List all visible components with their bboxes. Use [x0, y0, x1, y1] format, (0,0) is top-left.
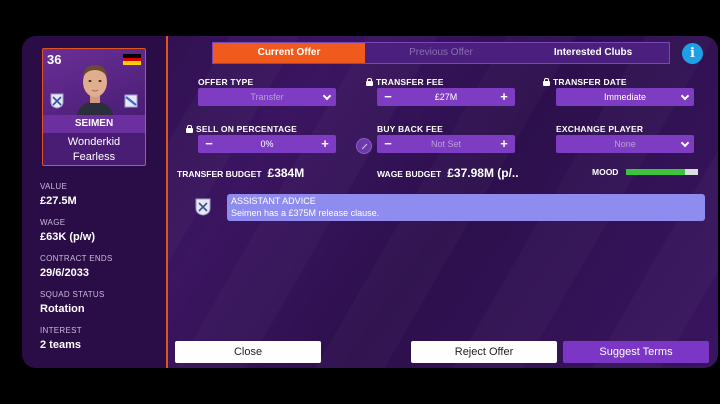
value-label: VALUE: [40, 182, 68, 191]
assistant-advice-text: Seimen has a £375M release clause.: [231, 208, 380, 218]
lock-icon: [366, 77, 373, 86]
minus-icon[interactable]: −: [200, 135, 218, 153]
player-name: SEIMEN: [43, 115, 145, 133]
transfer-budget-value: £384M: [267, 166, 305, 180]
contract-ends-label: CONTRACT ENDS: [40, 254, 113, 263]
offer-type-label: OFFER TYPE: [198, 76, 254, 87]
wage-budget-value: £37.98M (p/..: [447, 166, 519, 180]
offer-tabs: Current Offer Previous Offer Interested …: [212, 42, 670, 64]
contract-ends-date: 29/6/2033: [40, 267, 89, 279]
transfer-fee-field: TRANSFER FEE − £27M +: [366, 75, 515, 106]
chevron-down-icon: [680, 91, 690, 101]
transfer-offer-screen: 36 SEIMEN Wonderkid Fearless VALUE £27.5…: [22, 36, 718, 368]
transfer-budget: TRANSFER BUDGET £384M: [177, 166, 304, 180]
reject-offer-button[interactable]: Reject Offer: [411, 341, 557, 363]
info-icon[interactable]: i: [682, 43, 703, 64]
exchange-player-label: EXCHANGE PLAYER: [556, 123, 644, 134]
plus-icon[interactable]: +: [495, 88, 513, 106]
assistant-advice-box: ASSISTANT ADVICE Seimen has a £375M rele…: [227, 194, 705, 221]
interest-value: 2 teams: [40, 339, 81, 351]
squad-status-label: SQUAD STATUS: [40, 290, 105, 299]
buy-back-label: BUY BACK FEE: [377, 123, 444, 134]
player-trait-wonderkid: Wonderkid: [67, 136, 121, 148]
transfer-date-dropdown[interactable]: Immediate: [556, 88, 694, 106]
buy-back-field: BUY BACK FEE − Not Set +: [377, 122, 515, 153]
player-info-list: VALUE £27.5M WAGE £63K (p/w) CONTRACT EN…: [40, 182, 160, 362]
exchange-player-field: EXCHANGE PLAYER None: [556, 122, 694, 153]
tab-previous-offer[interactable]: Previous Offer: [365, 43, 517, 63]
minus-icon[interactable]: −: [379, 135, 397, 153]
squad-status-value: Rotation: [40, 303, 85, 315]
assistant-badge-icon: [195, 198, 211, 216]
transfer-fee-stepper[interactable]: − £27M +: [377, 88, 515, 106]
buy-back-value: Not Set: [430, 139, 461, 149]
player-rating: 36: [47, 52, 62, 67]
buy-back-toggle[interactable]: [356, 138, 372, 154]
minus-icon[interactable]: −: [379, 88, 397, 106]
wage-label: WAGE: [40, 218, 66, 227]
club-badge-icon: [50, 93, 64, 109]
plus-icon[interactable]: +: [495, 135, 513, 153]
transfer-date-value: Immediate: [603, 92, 647, 102]
offer-type-dropdown[interactable]: Transfer: [198, 88, 336, 106]
mood-label: MOOD: [592, 167, 619, 177]
offer-type-field: OFFER TYPE Transfer: [198, 75, 336, 106]
exchange-player-dropdown[interactable]: None: [556, 135, 694, 153]
plus-icon[interactable]: +: [316, 135, 334, 153]
chevron-down-icon: [680, 138, 690, 148]
team-badge-icon: [124, 94, 138, 108]
sell-on-stepper[interactable]: − 0% +: [198, 135, 336, 153]
transfer-fee-label: TRANSFER FEE: [366, 75, 515, 88]
nationality-flag-icon: [123, 54, 141, 65]
offer-type-value: Transfer: [250, 92, 284, 102]
tab-interested-clubs[interactable]: Interested Clubs: [517, 43, 669, 63]
player-portrait: [77, 65, 113, 115]
mood-bar: [626, 169, 699, 175]
chevron-down-icon: [322, 91, 332, 101]
lock-icon: [543, 77, 550, 86]
suggest-terms-button[interactable]: Suggest Terms: [563, 341, 709, 363]
transfer-date-field: TRANSFER DATE Immediate: [543, 75, 694, 106]
assistant-advice-title: ASSISTANT ADVICE: [231, 196, 316, 206]
player-card[interactable]: 36 SEIMEN Wonderkid Fearless: [42, 48, 146, 166]
wage-amount: £63K (p/w): [40, 231, 96, 243]
sell-on-value: 0%: [260, 139, 274, 149]
mood-indicator: MOOD: [592, 167, 699, 177]
interest-label: INTEREST: [40, 326, 82, 335]
transfer-budget-label: TRANSFER BUDGET: [177, 169, 262, 179]
lock-icon: [186, 124, 193, 133]
player-side-panel: 36 SEIMEN Wonderkid Fearless VALUE £27.5…: [22, 36, 168, 368]
value-amount: £27.5M: [40, 195, 77, 207]
exchange-player-value: None: [614, 139, 636, 149]
mood-bar-fill: [626, 169, 686, 175]
wage-budget: WAGE BUDGET £37.98M (p/..: [377, 166, 519, 180]
buy-back-stepper[interactable]: − Not Set +: [377, 135, 515, 153]
player-trait-fearless: Fearless: [72, 151, 116, 163]
tab-current-offer[interactable]: Current Offer: [213, 43, 365, 63]
transfer-fee-value: £27M: [434, 92, 458, 102]
sell-on-label: SELL ON PERCENTAGE: [186, 122, 336, 135]
close-button[interactable]: Close: [175, 341, 321, 363]
sell-on-field: SELL ON PERCENTAGE − 0% +: [186, 122, 336, 153]
transfer-date-label: TRANSFER DATE: [543, 75, 694, 88]
wage-budget-label: WAGE BUDGET: [377, 169, 442, 179]
